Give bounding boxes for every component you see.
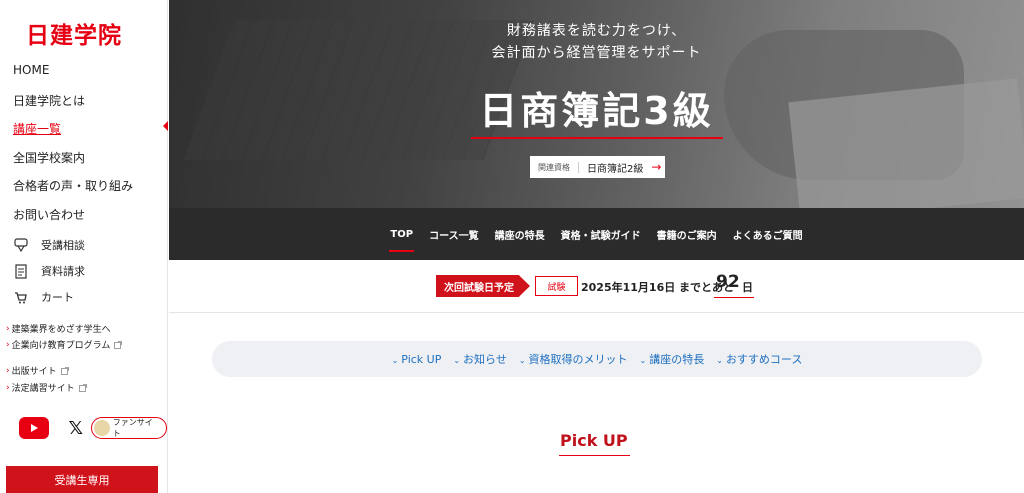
chevron-right-icon: ›: [6, 323, 10, 334]
related-label: 関連資格: [530, 161, 579, 173]
hero-subtitle-line1: 財務諸表を読む力をつけ、: [506, 23, 687, 39]
anchor-label: お知らせ: [463, 353, 507, 366]
chevron-right-icon: ›: [6, 339, 10, 350]
days-remaining: 92: [716, 272, 740, 292]
nav-courses[interactable]: 講座一覧: [13, 120, 61, 137]
statutory-course-link[interactable]: › 法定講習サイト: [6, 381, 87, 394]
social-links: 𝕏 ファンサイト: [19, 417, 167, 439]
document-label: 資料請求: [41, 265, 85, 278]
chevron-right-icon: ›: [6, 365, 10, 376]
anchor-label: 講座の特長: [649, 353, 705, 366]
anchor-nav: ⌄ Pick UP ⌄ お知らせ ⌄ 資格取得のメリット ⌄ 講座の特長 ⌄ おすすめコー…: [212, 341, 982, 377]
statutory-course-link-label: 法定講習サイト: [11, 384, 75, 394]
chevron-down-icon: ⌄: [391, 355, 399, 365]
publishing-link[interactable]: › 出版サイト: [6, 364, 69, 377]
exam-date: 2025年11月16日 までとあと: [581, 281, 735, 294]
external-link-icon: [60, 366, 69, 375]
chevron-down-icon: ⌄: [453, 356, 461, 365]
page-root: 日建学院 HOME 日建学院とは 講座一覧 全国学校案内 合格者の声・取り組み …: [0, 0, 1024, 493]
corporate-link[interactable]: › 企業向け教育プログラム: [6, 338, 123, 351]
x-icon[interactable]: 𝕏: [69, 418, 84, 439]
hero-banner: 財務諸表を読む力をつけ、 会計面から経営管理をサポート 日商簿記3級 関連資格 …: [169, 0, 1024, 208]
anchor-news[interactable]: ⌄ お知らせ: [453, 351, 506, 367]
course-tabs: TOP コース一覧 講座の特長 資格・試験ガイド 書籍のご案内 よくあるご質問: [169, 208, 1024, 260]
mascot-icon: [94, 420, 110, 436]
related-qualification-button[interactable]: 関連資格 日商簿記2級 →: [530, 156, 665, 178]
title-underline: [471, 137, 723, 139]
anchor-merits[interactable]: ⌄ 資格取得のメリット: [519, 351, 628, 367]
cart-label: カート: [41, 291, 74, 304]
publishing-link-label: 出版サイト: [11, 367, 57, 377]
nav-schools[interactable]: 全国学校案内: [13, 149, 85, 166]
anchor-recommended[interactable]: ⌄ おすすめコース: [716, 351, 802, 367]
chevron-down-icon: ⌄: [518, 356, 526, 365]
tab-course-list[interactable]: コース一覧: [429, 221, 479, 248]
tab-exam-guide[interactable]: 資格・試験ガイド: [561, 221, 641, 248]
related-value: 日商簿記2級: [587, 163, 644, 175]
consult-icon: [13, 237, 29, 253]
pick-up-underline: [559, 455, 630, 456]
anchor-label: 資格取得のメリット: [528, 353, 628, 366]
fan-site-button[interactable]: ファンサイト: [91, 417, 167, 439]
youtube-icon[interactable]: [19, 417, 49, 439]
chevron-down-icon: ⌄: [716, 356, 723, 365]
arrow-right-icon: →: [651, 160, 662, 174]
tab-features[interactable]: 講座の特長: [495, 221, 545, 248]
chevron-right-icon: ›: [6, 382, 10, 393]
hero-subtitle-line2: 会計面から経営管理をサポート: [491, 45, 702, 61]
external-link-icon: [78, 383, 87, 392]
students-link-label: 建築業界をめざす学生へ: [11, 325, 111, 335]
student-only-button[interactable]: 受講生専用: [6, 466, 158, 493]
exam-countdown: 次回試験日予定 試験 2025年11月16日 までとあと 92 日: [169, 260, 1024, 313]
tab-books[interactable]: 書籍のご案内: [657, 221, 717, 248]
page-title: 日商簿記3級: [479, 89, 714, 133]
next-exam-label: 次回試験日予定: [436, 275, 530, 297]
tab-top[interactable]: TOP: [389, 223, 414, 252]
anchor-label: Pick UP: [401, 352, 442, 366]
external-link-icon: [114, 340, 123, 349]
anchor-label: おすすめコース: [725, 353, 803, 366]
days-underline: [714, 297, 754, 298]
students-link[interactable]: › 建築業界をめざす学生へ: [6, 322, 111, 336]
nav-voices[interactable]: 合格者の声・取り組み: [13, 177, 133, 194]
anchor-features[interactable]: ⌄ 講座の特長: [640, 351, 705, 367]
active-nav-marker: [163, 121, 168, 131]
anchor-pick-up[interactable]: ⌄ Pick UP: [392, 353, 442, 366]
site-logo[interactable]: 日建学院: [26, 16, 122, 50]
fan-site-label: ファンサイト: [112, 418, 153, 438]
nav-about[interactable]: 日建学院とは: [13, 92, 85, 109]
consult-label: 受講相談: [41, 239, 85, 252]
consult-link[interactable]: 受講相談: [13, 237, 85, 253]
cart-link[interactable]: カート: [13, 289, 74, 305]
exam-tag: 試験: [535, 276, 578, 296]
chevron-down-icon: ⌄: [639, 356, 647, 365]
request-docs-link[interactable]: 資料請求: [13, 263, 85, 279]
tab-faq[interactable]: よくあるご質問: [733, 221, 803, 248]
sidebar: 日建学院 HOME 日建学院とは 講座一覧 全国学校案内 合格者の声・取り組み …: [0, 0, 168, 493]
nav-contact[interactable]: お問い合わせ: [13, 206, 85, 223]
corporate-link-label: 企業向け教育プログラム: [11, 341, 111, 351]
days-unit: 日: [742, 281, 753, 294]
cart-icon: [13, 289, 29, 305]
pick-up-heading: Pick UP: [560, 431, 628, 450]
nav-home[interactable]: HOME: [13, 63, 49, 77]
document-icon: [13, 263, 29, 279]
